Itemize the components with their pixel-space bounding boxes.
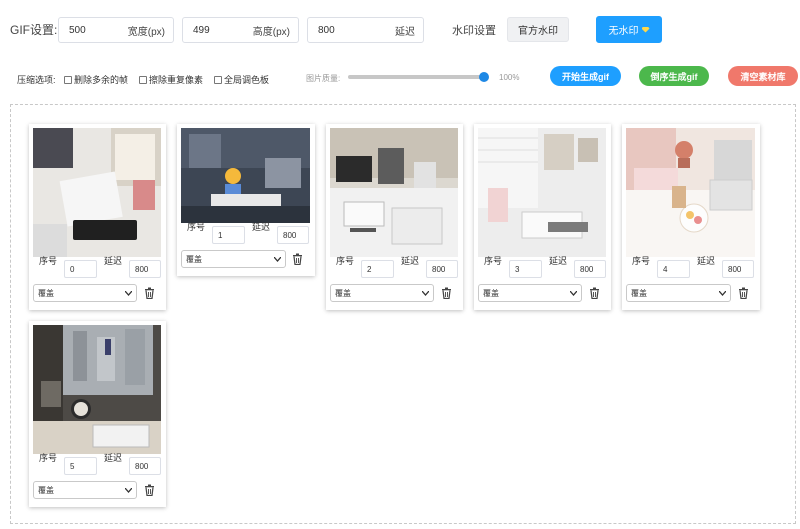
blend-select-value: 覆盖 xyxy=(483,288,499,298)
clear-library-label: 清空素材库 xyxy=(740,71,786,82)
blend-select[interactable]: 覆盖 xyxy=(181,250,286,268)
blend-select[interactable]: 覆盖 xyxy=(478,284,582,302)
chevron-down-icon xyxy=(125,290,132,296)
chevron-down-icon xyxy=(274,256,281,262)
checkbox-box[interactable] xyxy=(139,75,147,84)
delay-label: 延迟 xyxy=(104,452,123,463)
watermark-label: 水印设置 xyxy=(452,25,496,37)
delay-label: 延迟 xyxy=(549,255,568,266)
trash-icon[interactable] xyxy=(144,287,155,299)
frame-card[interactable]: 序号 4 延迟 800 覆盖 xyxy=(622,124,760,310)
order-input[interactable]: 3 xyxy=(509,260,542,278)
order-input[interactable]: 2 xyxy=(361,260,394,278)
frame-card[interactable]: 序号 2 延迟 800 覆盖 xyxy=(326,124,463,310)
delay-input[interactable]: 800 xyxy=(129,260,161,278)
delay-input[interactable]: 800 xyxy=(574,260,606,278)
width-value[interactable]: 500 xyxy=(69,25,86,36)
quality-slider-handle[interactable] xyxy=(479,72,489,82)
delay-value[interactable]: 800 xyxy=(318,25,335,36)
delay-label: 延迟 xyxy=(252,221,271,232)
checkbox-remove-frames[interactable]: 删除多余的帧 xyxy=(64,73,128,86)
checkbox-box[interactable] xyxy=(64,75,72,84)
trash-icon[interactable] xyxy=(441,287,452,299)
clear-library-button[interactable]: 清空素材库 xyxy=(728,66,798,86)
official-watermark-label: 官方水印 xyxy=(518,26,558,37)
delay-input[interactable]: 800 延迟 xyxy=(307,17,424,43)
delay-label: 延迟 xyxy=(697,255,716,266)
blend-select[interactable]: 覆盖 xyxy=(33,284,137,302)
chevron-down-icon xyxy=(422,290,429,296)
quality-value: 100% xyxy=(499,73,520,82)
order-label: 序号 xyxy=(39,255,58,266)
height-value[interactable]: 499 xyxy=(193,25,210,36)
order-input[interactable]: 5 xyxy=(64,457,97,475)
delay-input[interactable]: 800 xyxy=(722,260,754,278)
compress-options-label: 压缩选项: xyxy=(17,75,56,85)
order-label: 序号 xyxy=(187,221,206,232)
blend-select-value: 覆盖 xyxy=(335,288,351,298)
order-input[interactable]: 1 xyxy=(212,226,245,244)
order-label: 序号 xyxy=(632,255,651,266)
frame-thumbnail xyxy=(626,128,755,257)
trash-icon[interactable] xyxy=(738,287,749,299)
blend-select-value: 覆盖 xyxy=(38,288,54,298)
no-watermark-button[interactable]: 无水印 xyxy=(596,16,662,43)
blend-select[interactable]: 覆盖 xyxy=(330,284,434,302)
frame-thumbnail xyxy=(330,128,458,257)
blend-select[interactable]: 覆盖 xyxy=(626,284,731,302)
delay-input[interactable]: 800 xyxy=(426,260,458,278)
order-label: 序号 xyxy=(336,255,355,266)
frame-thumbnail xyxy=(181,128,310,223)
trash-icon[interactable] xyxy=(292,253,303,265)
delay-suffix: 延迟 xyxy=(395,26,415,38)
checkbox-label: 全局调色板 xyxy=(224,75,270,85)
chevron-down-icon xyxy=(570,290,577,296)
order-label: 序号 xyxy=(39,452,58,463)
width-input[interactable]: 500 宽度(px) xyxy=(58,17,174,43)
delay-input[interactable]: 800 xyxy=(277,226,309,244)
frame-thumbnail xyxy=(33,325,161,454)
frame-thumbnail xyxy=(33,128,161,257)
frame-card[interactable]: 序号 0 延迟 800 覆盖 xyxy=(29,124,166,310)
reverse-generate-button[interactable]: 倒序生成gif xyxy=(639,66,709,86)
checkbox-label: 擦除重复像素 xyxy=(149,75,204,85)
order-label: 序号 xyxy=(484,255,503,266)
chevron-down-icon xyxy=(125,487,132,493)
no-watermark-label: 无水印 xyxy=(608,26,639,37)
width-suffix: 宽度(px) xyxy=(127,26,165,38)
trash-icon[interactable] xyxy=(589,287,600,299)
height-suffix: 高度(px) xyxy=(252,26,290,38)
order-input[interactable]: 4 xyxy=(657,260,690,278)
frame-card[interactable]: 序号 3 延迟 800 覆盖 xyxy=(474,124,611,310)
diamond-icon xyxy=(641,26,650,33)
quality-slider-track[interactable] xyxy=(348,75,484,79)
frame-card[interactable]: 序号 1 延迟 800 覆盖 xyxy=(177,124,315,276)
start-generate-label: 开始生成gif xyxy=(562,71,609,82)
blend-select-value: 覆盖 xyxy=(38,485,54,495)
reverse-generate-label: 倒序生成gif xyxy=(650,71,698,82)
checkbox-box[interactable] xyxy=(214,75,222,84)
trash-icon[interactable] xyxy=(144,484,155,496)
checkbox-label: 删除多余的帧 xyxy=(74,75,129,85)
blend-select-value: 覆盖 xyxy=(631,288,647,298)
delay-label: 延迟 xyxy=(104,255,123,266)
checkbox-erase-pixels[interactable]: 擦除重复像素 xyxy=(139,73,203,86)
start-generate-button[interactable]: 开始生成gif xyxy=(550,66,621,86)
chevron-down-icon xyxy=(719,290,726,296)
frame-card[interactable]: 序号 5 延迟 800 覆盖 xyxy=(29,321,166,507)
official-watermark-button[interactable]: 官方水印 xyxy=(507,17,569,42)
quality-label: 图片质量: xyxy=(306,74,341,83)
height-input[interactable]: 499 高度(px) xyxy=(182,17,299,43)
checkbox-global-palette[interactable]: 全局调色板 xyxy=(214,73,269,86)
order-input[interactable]: 0 xyxy=(64,260,97,278)
blend-select-value: 覆盖 xyxy=(186,254,202,264)
blend-select[interactable]: 覆盖 xyxy=(33,481,137,499)
frame-thumbnail xyxy=(478,128,606,257)
gif-settings-label: GIF设置: xyxy=(10,23,58,37)
delay-input[interactable]: 800 xyxy=(129,457,161,475)
delay-label: 延迟 xyxy=(401,255,420,266)
